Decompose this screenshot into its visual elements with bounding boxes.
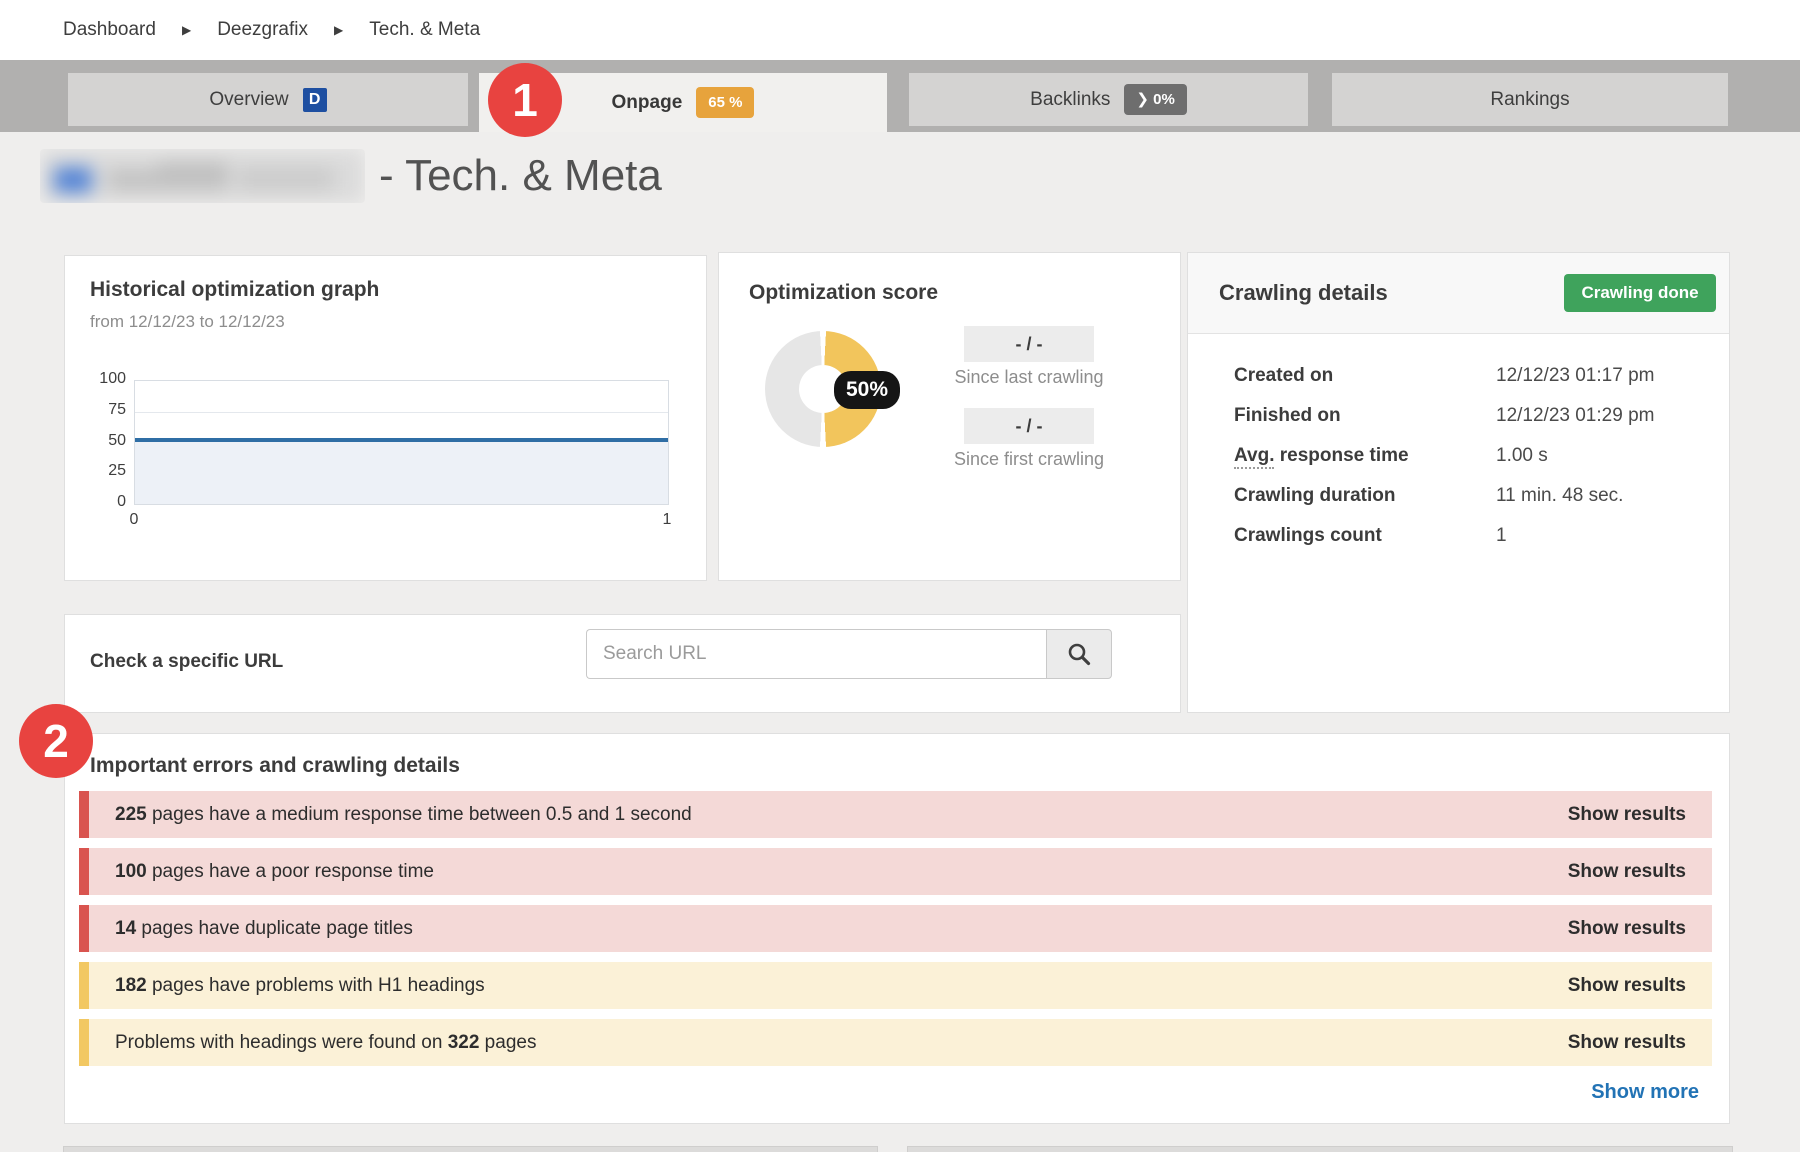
since-last-crawling-caption: Since last crawling: [899, 367, 1159, 388]
error-row: 225 pages have a medium response time be…: [79, 791, 1712, 838]
tab-overview[interactable]: Overview D: [68, 73, 468, 126]
historical-graph-card: Historical optimization graph from 12/12…: [64, 255, 707, 581]
search-url-button[interactable]: [1046, 629, 1112, 679]
show-results-link[interactable]: Show results: [1568, 804, 1686, 826]
show-results-link[interactable]: Show results: [1568, 861, 1686, 883]
crawling-details-list: Created on12/12/23 01:17 pmFinished on12…: [1234, 365, 1709, 565]
since-first-crawling-caption: Since first crawling: [899, 449, 1159, 470]
chart-area-fill: [135, 440, 668, 504]
historical-graph-daterange: from 12/12/23 to 12/12/23: [90, 312, 285, 332]
severity-bar-icon: [79, 848, 89, 895]
error-list: 225 pages have a medium response time be…: [79, 791, 1712, 1076]
redacted-site-name: [40, 149, 365, 203]
crawling-details-header: Crawling details Crawling done: [1188, 253, 1729, 334]
tab-label: Backlinks: [1030, 89, 1110, 111]
crawl-detail-row: Crawling duration11 min. 48 sec.: [1234, 485, 1709, 525]
abbreviation-hint: Avg.: [1234, 445, 1274, 469]
error-text: 182 pages have problems with H1 headings: [115, 975, 1568, 997]
domain-d-icon: D: [303, 88, 327, 112]
crawling-details-card: Crawling details Crawling done Created o…: [1187, 252, 1730, 713]
show-results-link[interactable]: Show results: [1568, 975, 1686, 997]
crawl-detail-row: Created on12/12/23 01:17 pm: [1234, 365, 1709, 405]
crawl-detail-label: Created on: [1234, 365, 1496, 387]
y-tick-label: 0: [70, 493, 126, 511]
historical-graph-title: Historical optimization graph: [90, 278, 379, 302]
check-url-label: Check a specific URL: [90, 651, 283, 673]
y-tick-label: 50: [70, 432, 126, 450]
next-card-left-edge: [63, 1146, 878, 1152]
tab-label: Rankings: [1490, 89, 1569, 111]
crawl-detail-row: Finished on12/12/23 01:29 pm: [1234, 405, 1709, 445]
breadcrumb-item-tech-meta[interactable]: Tech. & Meta: [369, 19, 480, 41]
y-tick-label: 25: [70, 462, 126, 480]
crawling-details-title: Crawling details: [1219, 280, 1388, 306]
error-text: 100 pages have a poor response time: [115, 861, 1568, 883]
optimization-line-chart: [134, 380, 669, 505]
severity-bar-icon: [79, 905, 89, 952]
tab-badge-onpage: 65 %: [696, 87, 754, 118]
severity-bar-icon: [79, 962, 89, 1009]
next-card-right-edge: [907, 1146, 1733, 1152]
score-value-badge: 50%: [834, 371, 900, 409]
y-tick-label: 100: [70, 370, 126, 388]
crawl-detail-value: 12/12/23 01:29 pm: [1496, 405, 1654, 427]
chart-gridline: [135, 412, 668, 413]
tab-label: Overview: [209, 89, 288, 111]
breadcrumb: Dashboard ▶ Deezgrafix ▶ Tech. & Meta: [63, 0, 480, 60]
check-url-card: Check a specific URL: [64, 614, 1181, 713]
breadcrumb-item-deezgrafix[interactable]: Deezgrafix: [217, 19, 308, 41]
tab-badge-backlinks: ❯ 0%: [1124, 84, 1186, 115]
tab-backlinks[interactable]: Backlinks ❯ 0%: [909, 73, 1308, 126]
error-row: 182 pages have problems with H1 headings…: [79, 962, 1712, 1009]
optimization-score-card: Optimization score 50% - / - Since last …: [718, 252, 1181, 581]
show-results-link[interactable]: Show results: [1568, 1032, 1686, 1054]
breadcrumb-item-dashboard[interactable]: Dashboard: [63, 19, 156, 41]
chart-series-line: [135, 438, 668, 442]
search-url-input[interactable]: [586, 629, 1046, 679]
breadcrumb-separator-icon: ▶: [334, 23, 343, 37]
show-results-link[interactable]: Show results: [1568, 918, 1686, 940]
crawl-detail-label: Crawlings count: [1234, 525, 1496, 547]
error-text: Problems with headings were found on 322…: [115, 1032, 1568, 1054]
search-icon: [1066, 641, 1092, 667]
tab-rankings[interactable]: Rankings: [1332, 73, 1728, 126]
error-text: 225 pages have a medium response time be…: [115, 804, 1568, 826]
since-last-crawling-value: - / -: [964, 326, 1094, 362]
page-title: - Tech. & Meta: [40, 140, 662, 212]
page-title-suffix: - Tech. & Meta: [379, 151, 662, 201]
tab-bar: Overview D Onpage 65 % Backlinks ❯ 0% Rankings: [0, 60, 1800, 132]
error-text: 14 pages have duplicate page titles: [115, 918, 1568, 940]
onpage-dashboard: Dashboard ▶ Deezgrafix ▶ Tech. & Meta Overvi…: [0, 0, 1800, 1152]
y-tick-label: 75: [70, 401, 126, 419]
crawl-detail-value: 1.00 s: [1496, 445, 1548, 467]
error-row: 14 pages have duplicate page titlesShow …: [79, 905, 1712, 952]
annotation-step-2: 2: [19, 704, 93, 778]
show-more-link[interactable]: Show more: [1591, 1081, 1699, 1104]
crawl-detail-label: Finished on: [1234, 405, 1496, 427]
crawl-detail-value: 1: [1496, 525, 1507, 547]
x-tick-label: 1: [656, 511, 678, 529]
crawl-detail-row: Avg. response time1.00 s: [1234, 445, 1709, 485]
severity-bar-icon: [79, 1019, 89, 1066]
important-errors-card: Important errors and crawling details 22…: [64, 733, 1730, 1124]
breadcrumb-bar: Dashboard ▶ Deezgrafix ▶ Tech. & Meta: [0, 0, 1800, 60]
breadcrumb-separator-icon: ▶: [182, 23, 191, 37]
optimization-score-title: Optimization score: [749, 281, 938, 305]
since-first-crawling-value: - / -: [964, 408, 1094, 444]
important-errors-title: Important errors and crawling details: [90, 754, 460, 778]
crawling-done-badge[interactable]: Crawling done: [1564, 274, 1716, 312]
crawl-detail-value: 11 min. 48 sec.: [1496, 485, 1623, 507]
crawl-detail-value: 12/12/23 01:17 pm: [1496, 365, 1654, 387]
tab-label: Onpage: [612, 92, 683, 114]
error-row: Problems with headings were found on 322…: [79, 1019, 1712, 1066]
crawl-detail-label: Crawling duration: [1234, 485, 1496, 507]
severity-bar-icon: [79, 791, 89, 838]
annotation-step-1: 1: [488, 63, 562, 137]
x-tick-label: 0: [123, 511, 145, 529]
crawl-detail-label: Avg. response time: [1234, 445, 1496, 467]
error-row: 100 pages have a poor response timeShow …: [79, 848, 1712, 895]
crawl-detail-row: Crawlings count1: [1234, 525, 1709, 565]
